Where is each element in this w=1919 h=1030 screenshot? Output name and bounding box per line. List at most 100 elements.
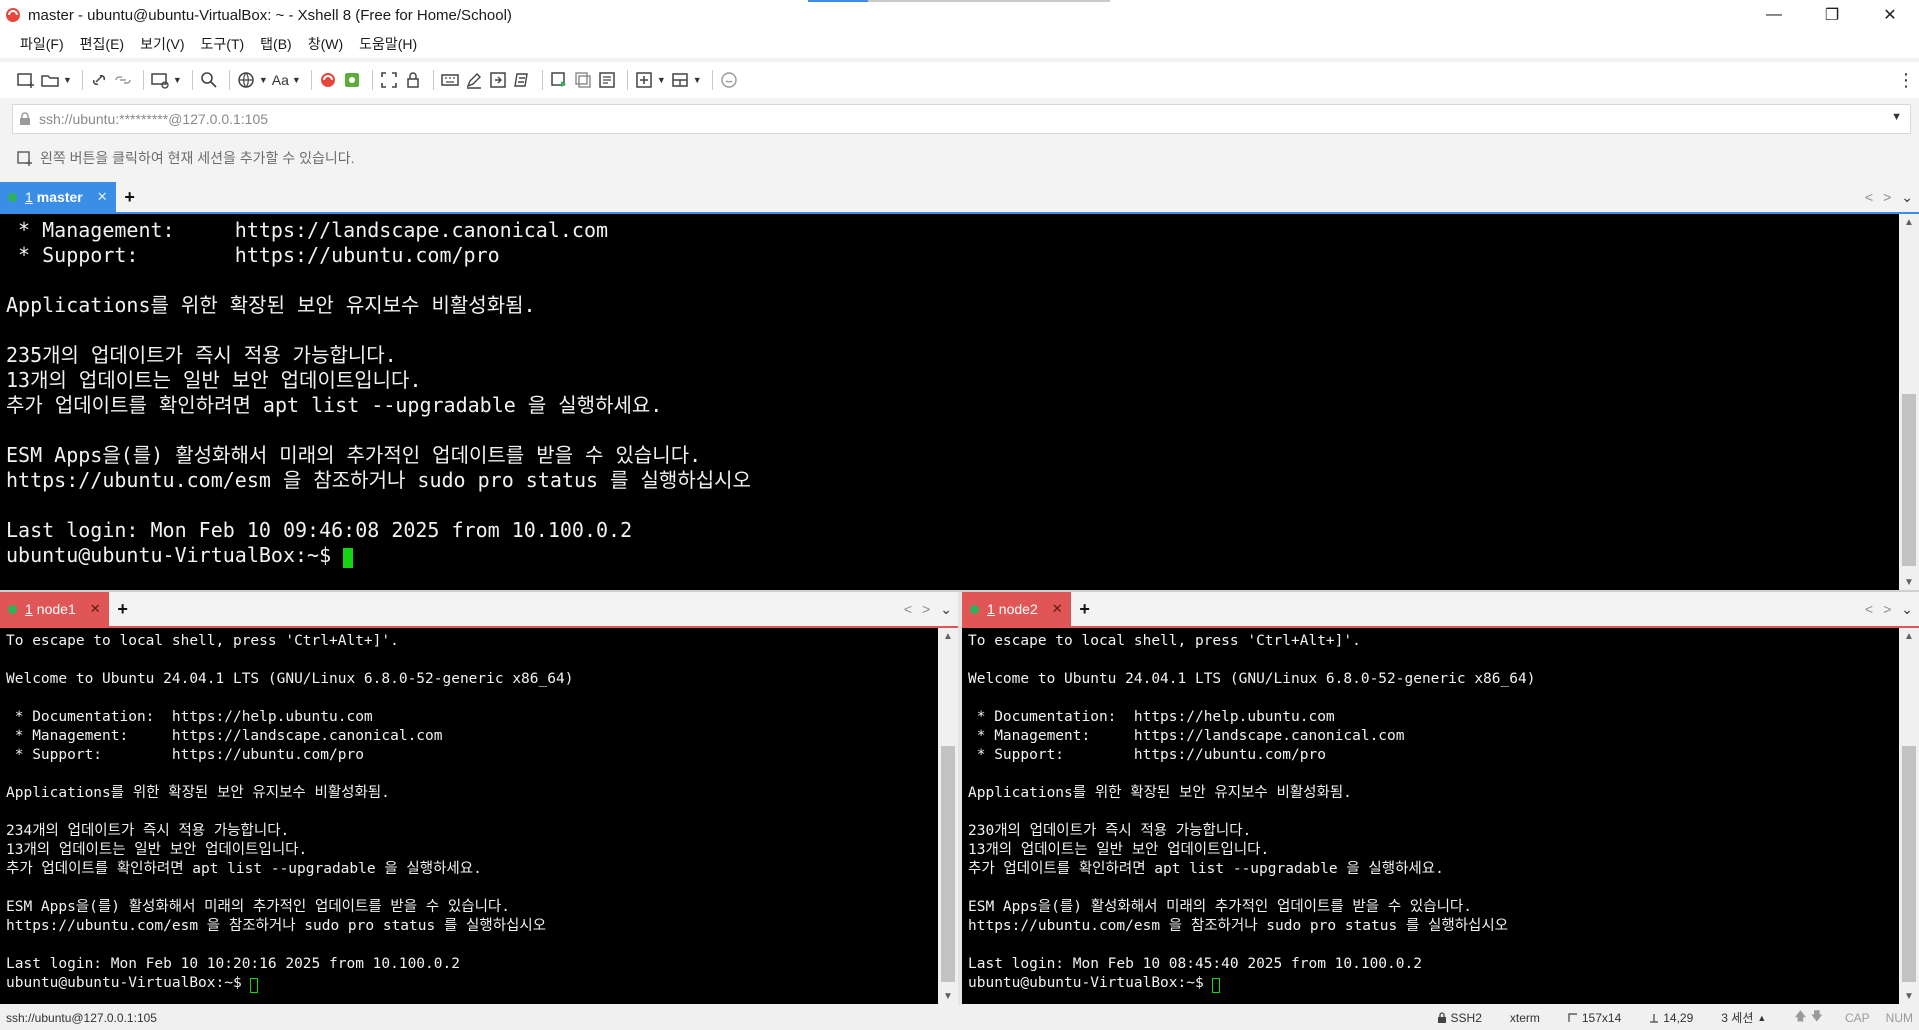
tab-next-icon[interactable]: > (922, 601, 930, 617)
script-button[interactable] (512, 66, 532, 94)
toolbar-divider (541, 70, 543, 90)
terminal-line: To escape to local shell, press 'Ctrl+Al… (6, 633, 399, 649)
scroll-up-icon[interactable]: ▲ (1899, 214, 1919, 230)
menu-help[interactable]: 도움말(H) (351, 34, 425, 54)
session-properties-button[interactable]: ▼ (150, 66, 182, 94)
scroll-down-icon[interactable]: ▼ (1899, 574, 1919, 590)
xagent-button[interactable] (342, 66, 362, 94)
open-session-button[interactable]: ▼ (40, 66, 72, 94)
pen-icon (466, 73, 481, 89)
terminal-line: https://ubuntu.com/esm 을 참조하거나 sudo pro … (6, 918, 547, 934)
tab-node2[interactable]: 1 node2 ✕ (962, 592, 1071, 626)
master-scrollbar[interactable]: ▲ ▼ (1899, 214, 1919, 590)
window-title: master - ubuntu@ubuntu-VirtualBox: ~ - X… (28, 6, 512, 24)
terminal-line: ESM Apps을(를) 활성화해서 미래의 추가적인 업데이트를 받을 수 있… (968, 899, 1472, 915)
scroll-up-icon[interactable]: ▲ (938, 628, 958, 644)
scrollbar-thumb[interactable] (1902, 394, 1916, 566)
close-tab-icon[interactable]: ✕ (90, 601, 101, 617)
status-size: 157x14 (1554, 1011, 1635, 1025)
new-session-button[interactable] (16, 66, 36, 94)
encoding-button[interactable]: ▼ (236, 66, 268, 94)
log-button[interactable] (597, 66, 617, 94)
node2-scrollbar[interactable]: ▲ ▼ (1899, 628, 1919, 1004)
terminal-line: Applications를 위한 확장된 보안 유지보수 비활성화됨. (968, 785, 1352, 801)
scrollbar-thumb[interactable] (1902, 746, 1916, 982)
lock-icon (407, 72, 419, 88)
terminal-line: 추가 업데이트를 확인하려면 apt list --upgradable 을 실… (6, 393, 663, 417)
terminal-line: To escape to local shell, press 'Ctrl+Al… (968, 633, 1361, 649)
shell-prompt: ubuntu@ubuntu-VirtualBox:~$ (6, 543, 344, 567)
close-tab-icon[interactable]: ✕ (1052, 601, 1063, 617)
menu-tab[interactable]: 탭(B) (252, 34, 300, 54)
minimize-button[interactable]: — (1745, 0, 1803, 30)
terminal-line: Applications를 위한 확장된 보안 유지보수 비활성화됨. (6, 293, 536, 317)
node2-terminal[interactable]: To escape to local shell, press 'Ctrl+Al… (962, 628, 1899, 1004)
arrow-down-icon: 🡇 (1810, 1009, 1823, 1023)
master-tab-bar: 1 master ✕ + < > ⌄ (0, 182, 1919, 214)
terminal-cursor (343, 548, 354, 568)
menu-window[interactable]: 창(W) (300, 34, 351, 54)
connected-status-icon (970, 604, 979, 614)
status-sessions[interactable]: 3 세션 ▲ (1707, 1009, 1780, 1026)
status-cursor: 14,29 (1635, 1011, 1707, 1025)
font-button[interactable]: Aa ▼ (272, 66, 301, 94)
address-dropdown-icon[interactable]: ▼ (1891, 111, 1902, 123)
layout-button[interactable]: ▼ (670, 66, 702, 94)
reconnect-button[interactable] (89, 66, 109, 94)
menu-edit[interactable]: 편집(E) (72, 34, 132, 54)
close-window-button[interactable]: ✕ (1861, 0, 1919, 30)
terminal-line: Applications를 위한 확장된 보안 유지보수 비활성화됨. (6, 785, 390, 801)
terminal-output: To escape to local shell, press 'Ctrl+Al… (962, 628, 1899, 993)
status-term-type: xterm (1496, 1011, 1554, 1025)
tab-prev-icon[interactable]: < (1865, 189, 1873, 205)
toolbar-divider (81, 70, 83, 90)
run-button[interactable] (549, 66, 569, 94)
send-file-button[interactable] (488, 66, 508, 94)
terminal-line: * Support: https://ubuntu.com/pro (976, 747, 1326, 763)
tab-list-icon[interactable]: ⌄ (940, 601, 952, 618)
node1-terminal[interactable]: To escape to local shell, press 'Ctrl+Al… (0, 628, 938, 1004)
tab-list-icon[interactable]: ⌄ (1901, 189, 1913, 206)
disconnect-button[interactable] (113, 66, 133, 94)
scroll-up-icon[interactable]: ▲ (1899, 628, 1919, 644)
scroll-down-icon[interactable]: ▼ (938, 988, 958, 1004)
scroll-down-icon[interactable]: ▼ (1899, 988, 1919, 1004)
scrollbar-thumb[interactable] (941, 746, 955, 982)
add-tab-button[interactable]: + (1071, 592, 1099, 626)
toolbar: ▼ ▼ ▼ Aa ▼ ▼ ▼ ⋮ (0, 62, 1919, 98)
add-session-icon[interactable] (16, 149, 34, 167)
tab-node1[interactable]: 1 node1 ✕ (0, 592, 109, 626)
node1-scrollbar[interactable]: ▲ ▼ (938, 628, 958, 1004)
restore-button[interactable]: ❐ (1803, 0, 1861, 30)
tab-next-icon[interactable]: > (1883, 601, 1891, 617)
address-bar[interactable]: ssh://ubuntu:*********@127.0.0.1:105 ▼ (12, 104, 1911, 134)
tab-number: 1 (25, 189, 33, 205)
copy-session-button[interactable] (573, 66, 593, 94)
terminal-line: 추가 업데이트를 확인하려면 apt list --upgradable 을 실… (6, 861, 482, 877)
tab-prev-icon[interactable]: < (1865, 601, 1873, 617)
status-arrows: 🡅 🡇 (1780, 1007, 1837, 1028)
folder-icon (41, 75, 59, 87)
compose-button[interactable] (464, 66, 484, 94)
master-terminal[interactable]: * Management: https://landscape.canonica… (0, 214, 1899, 590)
menu-view[interactable]: 보기(V) (132, 34, 192, 54)
add-tab-button[interactable]: + (109, 592, 137, 626)
tab-master[interactable]: 1 master ✕ (0, 182, 116, 212)
keyboard-button[interactable] (440, 66, 460, 94)
lock-button[interactable] (403, 66, 423, 94)
add-tab-button[interactable]: + (116, 182, 144, 212)
title-bar: master - ubuntu@ubuntu-VirtualBox: ~ - X… (0, 0, 1919, 30)
tab-list-icon[interactable]: ⌄ (1901, 601, 1913, 618)
close-tab-icon[interactable]: ✕ (97, 189, 108, 205)
menu-tools[interactable]: 도구(T) (193, 34, 253, 54)
tab-prev-icon[interactable]: < (904, 601, 912, 617)
find-button[interactable] (199, 66, 219, 94)
new-tab-button[interactable]: ▼ (634, 66, 666, 94)
fullscreen-button[interactable] (379, 66, 399, 94)
xftp-button[interactable] (318, 66, 338, 94)
tab-next-icon[interactable]: > (1883, 189, 1891, 205)
chat-button[interactable] (719, 66, 739, 94)
more-options-icon[interactable]: ⋮ (1897, 62, 1915, 98)
menu-file[interactable]: 파일(F) (12, 34, 72, 54)
address-input[interactable]: ssh://ubuntu:*********@127.0.0.1:105 (39, 111, 268, 127)
